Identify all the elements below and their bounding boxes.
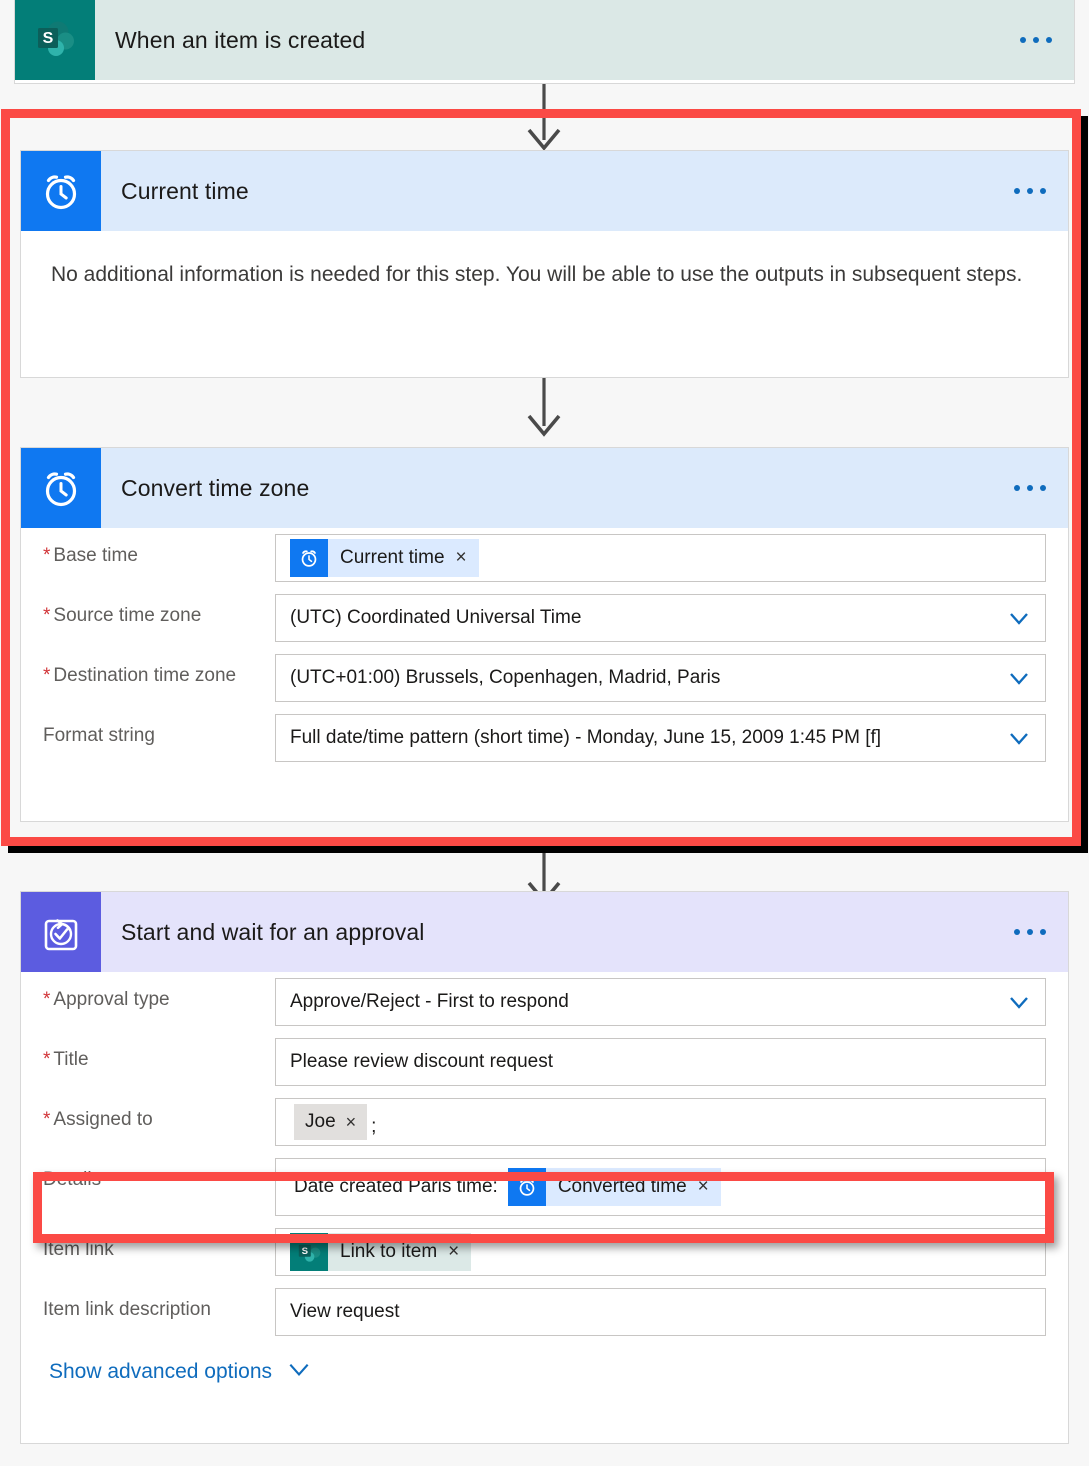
alarm-clock-icon [290, 539, 328, 577]
required-asterisk: * [43, 605, 51, 626]
step-title-current-time: Current time [121, 177, 249, 204]
svg-text:S: S [302, 1246, 309, 1257]
field-label-approval-type: * Approval type [43, 989, 170, 1010]
field-input-details[interactable]: Date created Paris time: Converted time … [275, 1158, 1046, 1216]
step-title-convert-time-zone: Convert time zone [121, 474, 310, 501]
field-label-item-link: Item link [43, 1239, 114, 1260]
details-prefix-text: Date created Paris time: [294, 1176, 498, 1197]
alarm-clock-icon [21, 448, 101, 528]
step-card-convert-time-zone[interactable]: Convert time zone * Base time Current ti… [20, 447, 1069, 822]
field-dropdown-source-time-zone[interactable]: (UTC) Coordinated Universal Time [275, 594, 1046, 642]
step-header-convert-time-zone[interactable]: Convert time zone [21, 448, 1068, 528]
step-card-when-an-item-is-created[interactable]: S When an item is created [14, 0, 1075, 84]
field-input-base-time[interactable]: Current time × [275, 534, 1046, 582]
current-time-info-text: No additional information is needed for … [51, 263, 1023, 286]
token-chip-converted-time[interactable]: Converted time × [507, 1168, 721, 1206]
step-menu-button-trigger[interactable] [1020, 37, 1052, 43]
step-title-approval: Start and wait for an approval [121, 918, 425, 945]
field-value-destination-time-zone: (UTC+01:00) Brussels, Copenhagen, Madrid… [290, 667, 721, 688]
field-input-item-link-description[interactable]: View request [275, 1288, 1046, 1336]
field-value-format-string: Full date/time pattern (short time) - Mo… [290, 727, 882, 748]
show-advanced-options-label: Show advanced options [49, 1360, 272, 1383]
token-chip-current-time[interactable]: Current time × [290, 539, 479, 577]
field-input-item-link[interactable]: S Link to item × [275, 1228, 1046, 1276]
required-asterisk: * [43, 1049, 51, 1070]
step-menu-button-current-time[interactable] [1014, 188, 1046, 194]
field-row-destination-time-zone: * Destination time zone (UTC+01:00) Bruss… [21, 648, 1068, 708]
token-remove-icon[interactable]: × [456, 547, 467, 569]
field-dropdown-format-string[interactable]: Full date/time pattern (short time) - Mo… [275, 714, 1046, 762]
power-automate-flow-designer: S When an item is created Current time N… [0, 0, 1089, 1466]
field-label-format-string: Format string [43, 725, 155, 746]
field-row-item-link: Item link S Link to item × [21, 1222, 1068, 1282]
sharepoint-icon: S [15, 0, 95, 80]
step-body-approval: * Approval type Approve/Reject - First to… [21, 972, 1068, 1402]
person-chip-joe[interactable]: Joe × [294, 1104, 368, 1140]
step-header-trigger[interactable]: S When an item is created [15, 0, 1074, 80]
field-input-assigned-to[interactable]: Joe × ; [275, 1098, 1046, 1146]
assigned-to-separator: ; [371, 1116, 377, 1137]
field-label-destination-time-zone: * Destination time zone [43, 665, 237, 686]
field-label-source-time-zone: * Source time zone [43, 605, 202, 626]
field-value-source-time-zone: (UTC) Coordinated Universal Time [290, 607, 582, 628]
step-title-trigger: When an item is created [115, 26, 366, 53]
field-label-details: Details [43, 1169, 102, 1190]
step-header-current-time[interactable]: Current time [21, 151, 1068, 231]
svg-text:S: S [43, 30, 54, 47]
alarm-clock-icon [21, 151, 101, 231]
chevron-down-icon [1007, 666, 1031, 690]
required-asterisk: * [43, 545, 51, 566]
required-asterisk: * [43, 989, 51, 1010]
field-row-source-time-zone: * Source time zone (UTC) Coordinated Univ… [21, 588, 1068, 648]
approval-check-icon [21, 892, 101, 972]
field-label-title: * Title [43, 1049, 89, 1070]
step-menu-button-approval[interactable] [1014, 929, 1046, 935]
field-value-approval-type: Approve/Reject - First to respond [290, 991, 569, 1012]
field-dropdown-destination-time-zone[interactable]: (UTC+01:00) Brussels, Copenhagen, Madrid… [275, 654, 1046, 702]
chevron-down-icon [1007, 726, 1031, 750]
alarm-clock-icon [507, 1168, 546, 1206]
sharepoint-icon: S [290, 1233, 328, 1271]
required-asterisk: * [43, 1109, 51, 1130]
token-label-link-to-item: Link to item [340, 1241, 438, 1262]
step-body-current-time: No additional information is needed for … [21, 231, 1068, 336]
field-value-title: Please review discount request [290, 1051, 553, 1072]
person-chip-remove-icon[interactable]: × [346, 1112, 357, 1133]
token-remove-icon[interactable]: × [448, 1241, 459, 1263]
person-chip-label: Joe [305, 1111, 336, 1132]
connector-arrow-2 [524, 378, 564, 445]
chevron-down-icon [286, 1356, 312, 1388]
field-input-title[interactable]: Please review discount request [275, 1038, 1046, 1086]
token-label-current-time: Current time [340, 547, 445, 568]
field-row-details: Details Date created Paris time: Convert… [21, 1152, 1068, 1222]
field-row-base-time: * Base time Current time × [21, 528, 1068, 588]
step-menu-button-convert-time-zone[interactable] [1014, 485, 1046, 491]
field-row-approval-type: * Approval type Approve/Reject - First to… [21, 972, 1068, 1032]
field-row-format-string: Format string Full date/time pattern (sh… [21, 708, 1068, 768]
field-label-base-time: * Base time [43, 545, 138, 566]
step-header-approval[interactable]: Start and wait for an approval [21, 892, 1068, 972]
field-row-title: * Title Please review discount request [21, 1032, 1068, 1092]
field-dropdown-approval-type[interactable]: Approve/Reject - First to respond [275, 978, 1046, 1026]
token-chip-link-to-item[interactable]: S Link to item × [290, 1233, 472, 1271]
token-remove-icon[interactable]: × [698, 1176, 709, 1198]
step-card-current-time[interactable]: Current time No additional information i… [20, 150, 1069, 378]
field-row-assigned-to: * Assigned to Joe × ; [21, 1092, 1068, 1152]
show-advanced-options-link[interactable]: Show advanced options [21, 1342, 312, 1388]
field-label-assigned-to: * Assigned to [43, 1109, 153, 1130]
step-body-convert-time-zone: * Base time Current time × * Source time… [21, 528, 1068, 782]
required-asterisk: * [43, 665, 51, 686]
field-row-item-link-description: Item link description View request [21, 1282, 1068, 1342]
chevron-down-icon [1007, 990, 1031, 1014]
step-card-start-and-wait-approval[interactable]: Start and wait for an approval * Approval… [20, 891, 1069, 1444]
chevron-down-icon [1007, 606, 1031, 630]
token-label-converted-time: Converted time [557, 1176, 687, 1197]
field-label-item-link-description: Item link description [43, 1299, 211, 1320]
field-value-item-link-description: View request [290, 1301, 400, 1322]
